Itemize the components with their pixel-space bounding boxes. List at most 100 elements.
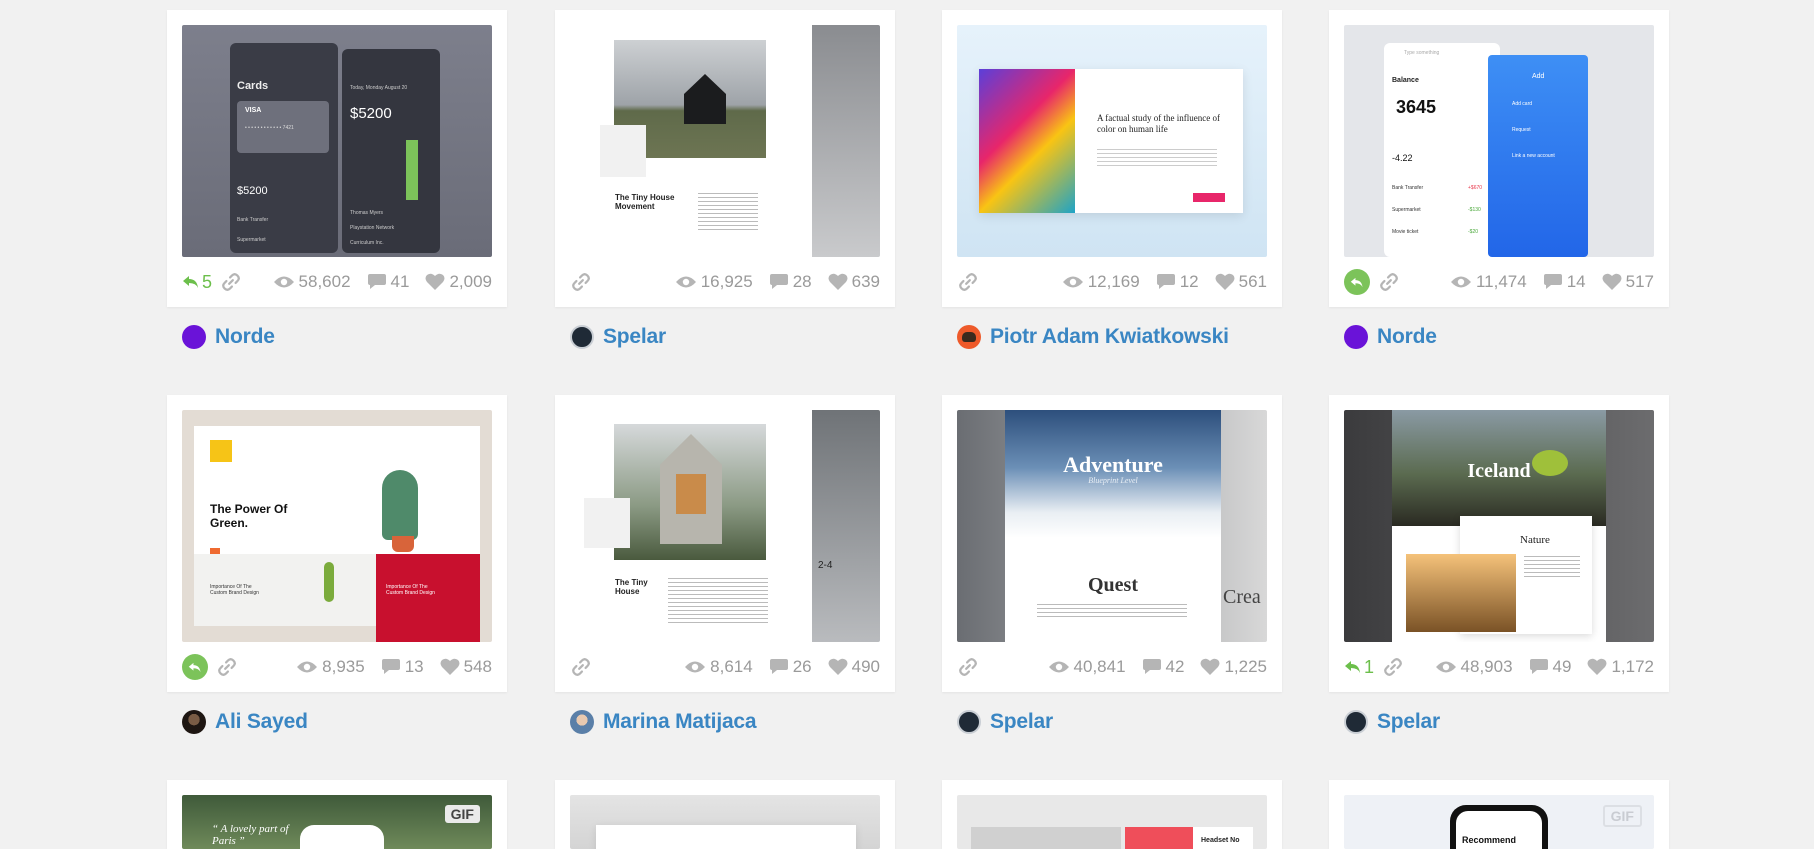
shot-text: The Tiny House Movement: [615, 193, 675, 211]
views-stat: 40,841: [1048, 657, 1126, 677]
shot-thumbnail[interactable]: Headset No: [957, 795, 1267, 849]
comments-stat[interactable]: 41: [367, 272, 409, 292]
shot-thumbnail[interactable]: The Power Of Green. Importance Of The Cu…: [182, 410, 492, 642]
gif-badge: GIF: [444, 805, 480, 823]
likes-stat[interactable]: 1,172: [1587, 657, 1654, 677]
heart-icon: [828, 658, 848, 675]
avatar: [1344, 325, 1368, 349]
attachment-link-icon[interactable]: [957, 271, 979, 293]
author-name[interactable]: Norde: [1377, 325, 1437, 349]
gif-badge: GIF: [1602, 805, 1642, 827]
eye-icon: [675, 276, 696, 288]
shot-card: “ A lovely part of Paris ” GIF: [167, 780, 507, 849]
shot-text: -4.22: [1392, 153, 1413, 163]
views-stat: 8,935: [296, 657, 365, 677]
avatar: [182, 710, 206, 734]
rebound-count[interactable]: 5: [182, 272, 212, 293]
shot-thumbnail[interactable]: Iceland Nature: [1344, 410, 1654, 642]
comment-icon: [1156, 274, 1175, 289]
avatar: [957, 325, 981, 349]
author-name[interactable]: Ali Sayed: [215, 710, 308, 734]
shot-text: Nature: [1520, 534, 1550, 546]
shot-text: -$20: [1468, 229, 1479, 235]
rebound-badge[interactable]: [1344, 269, 1370, 295]
eye-icon: [685, 661, 706, 673]
shot-text: -$130: [1468, 207, 1481, 213]
shot-thumbnail[interactable]: [570, 795, 880, 849]
likes-stat[interactable]: 548: [440, 657, 492, 677]
shot-card: [555, 780, 895, 849]
author-name[interactable]: Norde: [215, 325, 275, 349]
author-link[interactable]: Marina Matijaca: [570, 708, 757, 736]
shot-thumbnail[interactable]: Recommend GIF: [1344, 795, 1654, 849]
likes-stat[interactable]: 490: [828, 657, 880, 677]
attachment-link-icon[interactable]: [216, 656, 238, 678]
shot-thumbnail[interactable]: Type something Balance 3645 -4.22 Bank T…: [1344, 25, 1654, 257]
eye-icon: [1435, 661, 1456, 673]
shot-thumbnail[interactable]: The Tiny House 2-4: [570, 410, 880, 642]
shot-text: Playstation Network: [350, 225, 395, 231]
comments-stat[interactable]: 28: [769, 272, 812, 292]
rebound-count[interactable]: 1: [1344, 657, 1374, 678]
author-name[interactable]: Spelar: [990, 710, 1053, 734]
views-stat: 12,169: [1062, 272, 1140, 292]
shot-text: Curriculum Inc.: [350, 240, 384, 246]
rebound-icon: [183, 276, 198, 288]
shot-stats: 16,925 28 639: [570, 267, 880, 297]
likes-stat[interactable]: 639: [828, 272, 880, 292]
author-link[interactable]: Spelar: [1344, 708, 1440, 736]
comments-stat[interactable]: 14: [1543, 272, 1586, 292]
attachment-link-icon[interactable]: [570, 656, 592, 678]
shots-grid: Cards VISA • • • • • • • • • • • • 7421 …: [0, 0, 1814, 849]
likes-stat[interactable]: 561: [1215, 272, 1267, 292]
comment-icon: [769, 659, 788, 674]
shot-text: Recommend: [1462, 835, 1517, 845]
shot-text: Add card: [1512, 101, 1533, 107]
heart-icon: [828, 273, 848, 290]
comments-stat[interactable]: 12: [1156, 272, 1199, 292]
shot-text: 3645: [1396, 97, 1437, 117]
rebound-badge[interactable]: [182, 654, 208, 680]
author-link[interactable]: Piotr Adam Kwiatkowski: [957, 323, 1229, 351]
comments-stat[interactable]: 26: [769, 657, 812, 677]
shot-text: Supermarket: [1392, 207, 1421, 213]
attachment-link-icon[interactable]: [957, 656, 979, 678]
author-link[interactable]: Ali Sayed: [182, 708, 308, 736]
likes-stat[interactable]: 517: [1602, 272, 1654, 292]
author-link[interactable]: Spelar: [957, 708, 1053, 736]
rebound-icon: [1345, 661, 1360, 673]
shot-thumbnail[interactable]: “ A lovely part of Paris ” GIF: [182, 795, 492, 849]
shot-card: Iceland Nature 1 48,903 49 1,172: [1329, 395, 1669, 692]
author-name[interactable]: Spelar: [603, 325, 666, 349]
attachment-link-icon[interactable]: [1382, 656, 1404, 678]
shot-text: $5200: [350, 105, 392, 122]
heart-icon: [1215, 273, 1235, 290]
attachment-link-icon[interactable]: [220, 271, 242, 293]
comments-stat[interactable]: 49: [1529, 657, 1571, 677]
comments-stat[interactable]: 42: [1142, 657, 1184, 677]
author-name[interactable]: Spelar: [1377, 710, 1440, 734]
eye-icon: [1048, 661, 1069, 673]
author-link[interactable]: Norde: [182, 323, 275, 351]
shot-thumbnail[interactable]: A factual study of the influence of colo…: [957, 25, 1267, 257]
author-name[interactable]: Marina Matijaca: [603, 710, 757, 734]
shot-text: Type something: [1404, 50, 1440, 56]
likes-stat[interactable]: 2,009: [425, 272, 492, 292]
shot-text: +$670: [1468, 185, 1483, 191]
attachment-link-icon[interactable]: [1378, 271, 1400, 293]
comments-stat[interactable]: 13: [381, 657, 424, 677]
shot-text: Today, Monday August 20: [350, 85, 408, 91]
shot-thumbnail[interactable]: Adventure Blueprint Level Quest Crea: [957, 410, 1267, 642]
author-link[interactable]: Norde: [1344, 323, 1437, 351]
author-link[interactable]: Spelar: [570, 323, 666, 351]
author-name[interactable]: Piotr Adam Kwiatkowski: [990, 325, 1229, 349]
rebound-icon: [188, 662, 201, 672]
shot-thumbnail[interactable]: The Tiny House Movement: [570, 25, 880, 257]
likes-stat[interactable]: 1,225: [1200, 657, 1267, 677]
shot-text: Adventure: [1063, 452, 1163, 477]
eye-icon: [1450, 276, 1471, 288]
attachment-link-icon[interactable]: [570, 271, 592, 293]
shot-thumbnail[interactable]: Cards VISA • • • • • • • • • • • • 7421 …: [182, 25, 492, 257]
shot-text: Bank Transfer: [237, 217, 269, 223]
shot-stats: 5 58,602 41 2,009: [182, 267, 492, 297]
